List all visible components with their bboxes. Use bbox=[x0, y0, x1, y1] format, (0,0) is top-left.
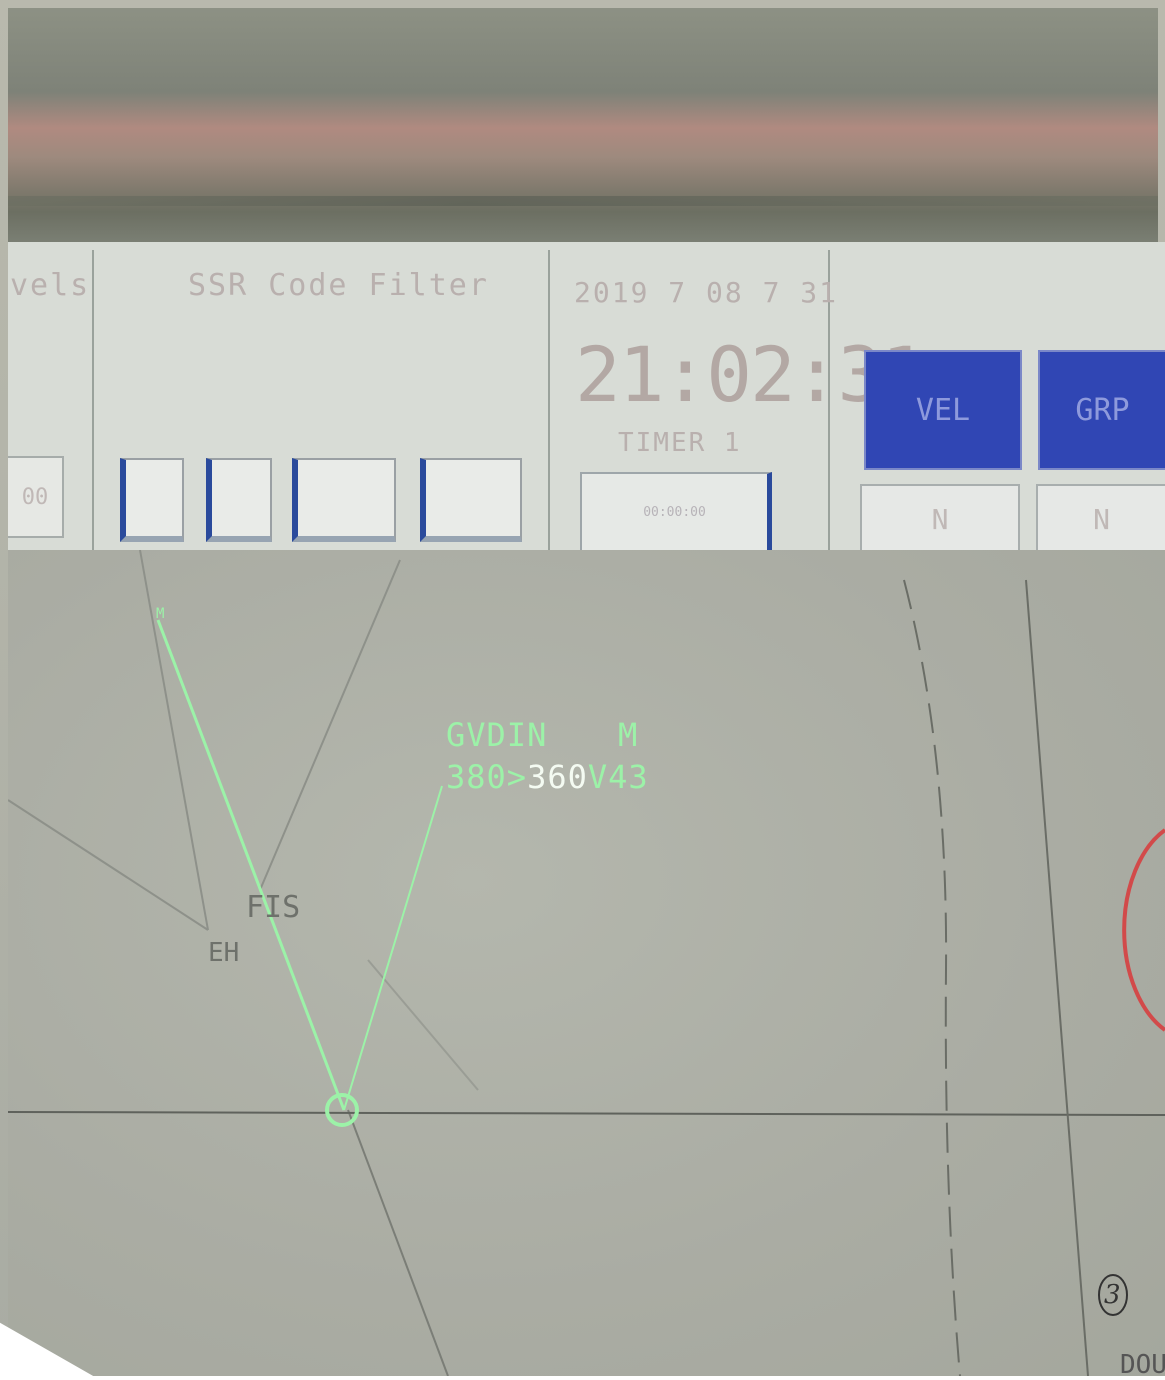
handwritten-number: 3 bbox=[1104, 1280, 1121, 1310]
ssr-filter-box-2[interactable] bbox=[206, 458, 272, 542]
track-marker: M bbox=[156, 606, 165, 622]
vel-button[interactable]: VEL bbox=[864, 350, 1022, 470]
levels-box[interactable]: 00 bbox=[8, 456, 64, 538]
actual-flight-level: 380> bbox=[446, 758, 528, 796]
aircraft-position-symbol bbox=[325, 1093, 359, 1127]
bezel-shadow bbox=[8, 196, 1158, 206]
boundary-dashed-line bbox=[903, 579, 961, 1376]
range-ring-line bbox=[8, 1111, 1165, 1116]
flight-level-line: 380>360V43 bbox=[446, 758, 649, 796]
flight-flag: M bbox=[618, 716, 638, 754]
timer-button[interactable]: 00:00:00 bbox=[580, 472, 772, 556]
airway-line bbox=[347, 1109, 449, 1376]
airway-line bbox=[8, 799, 209, 931]
timer-label: TIMER 1 bbox=[618, 428, 742, 458]
flight-callsign[interactable]: GVDIN bbox=[446, 716, 547, 754]
stamp-mark bbox=[1122, 828, 1165, 1032]
speed-value: V43 bbox=[587, 758, 649, 796]
monitor-bezel bbox=[8, 8, 1158, 248]
fix-label: FIS bbox=[246, 890, 301, 925]
levels-label: vels bbox=[10, 268, 91, 303]
vel-sub-button[interactable]: N bbox=[860, 484, 1020, 558]
airway-line bbox=[139, 550, 209, 931]
grp-sub-button[interactable]: N bbox=[1036, 484, 1165, 558]
ssr-filter-box-3[interactable] bbox=[292, 458, 396, 542]
track-history-line bbox=[156, 619, 346, 1111]
fix-label: EH bbox=[208, 938, 240, 968]
ssr-code-filter-label: SSR Code Filter bbox=[188, 268, 489, 303]
ssr-filter-box-4[interactable] bbox=[420, 458, 522, 542]
airway-line bbox=[259, 559, 401, 891]
clock-date: 2019 7 08 7 31 bbox=[574, 276, 839, 309]
track-leader-line bbox=[343, 785, 443, 1111]
grp-button[interactable]: GRP bbox=[1038, 350, 1165, 470]
sector-line bbox=[1025, 579, 1089, 1376]
panel-divider bbox=[548, 250, 550, 550]
cleared-flight-level: 360 bbox=[527, 758, 588, 796]
panel-divider bbox=[92, 250, 94, 550]
radar-display[interactable]: M GVDIN M 380>360V43 FIS EH 3 DOU bbox=[8, 550, 1165, 1380]
ssr-filter-box-1[interactable] bbox=[120, 458, 184, 542]
radar-map-lines bbox=[8, 550, 1165, 1376]
